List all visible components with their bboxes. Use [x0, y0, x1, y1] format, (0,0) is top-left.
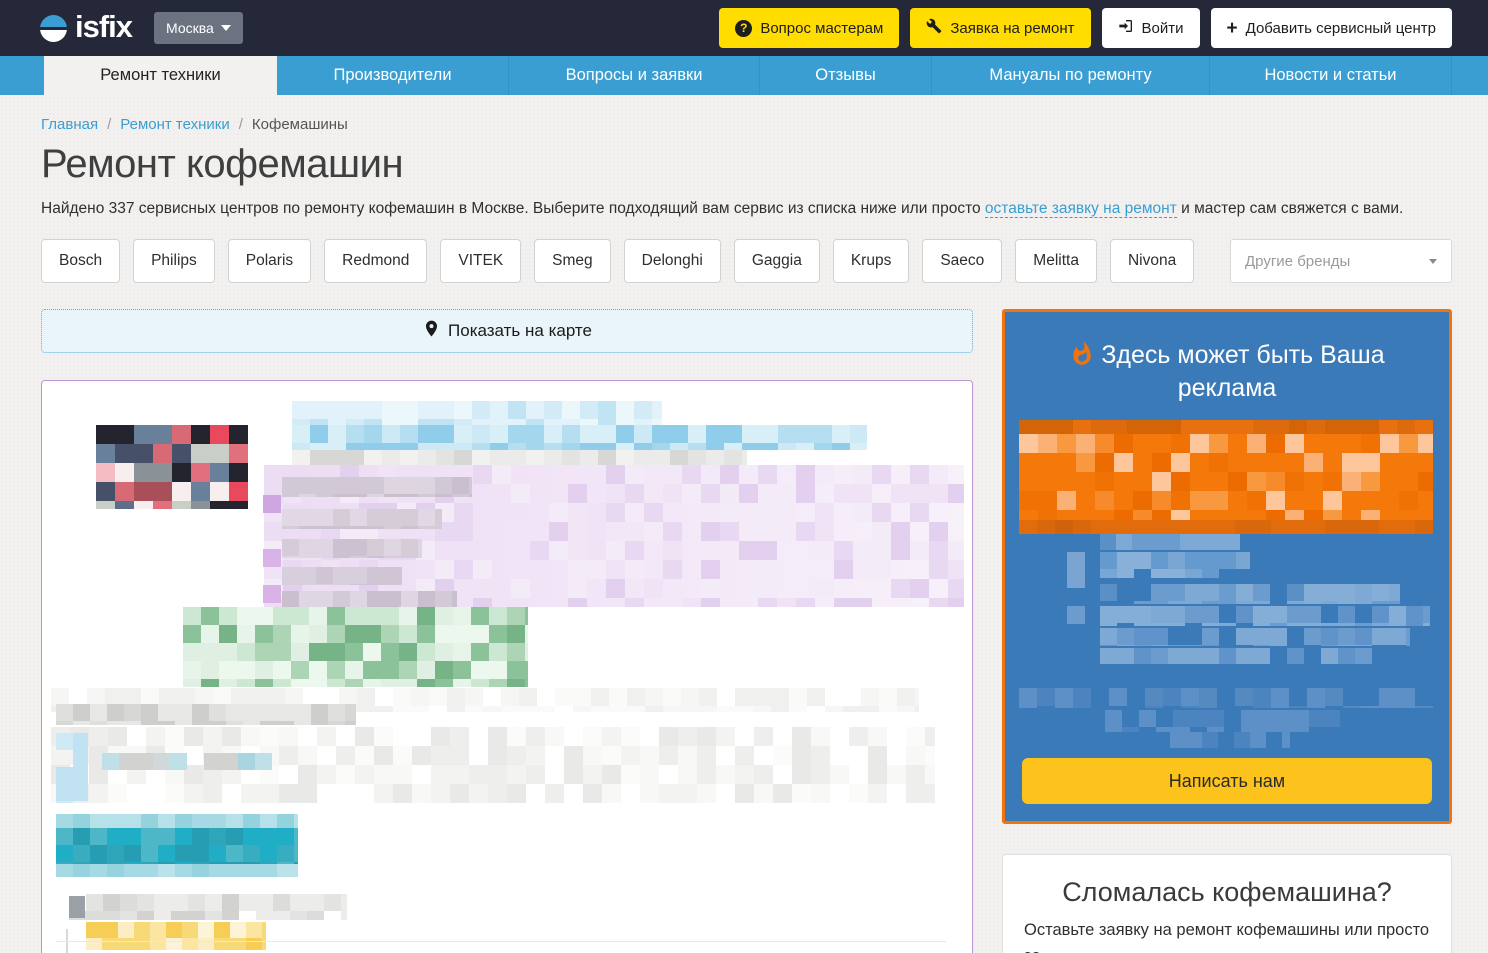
tab-repair-tech[interactable]: Ремонт техники — [44, 56, 277, 95]
plus-icon: + — [1227, 19, 1238, 38]
leave-repair-request-link[interactable]: оставьте заявку на ремонт — [985, 200, 1177, 218]
intro-text: Найдено 337 сервисных центров по ремонту… — [41, 200, 1452, 218]
header-actions: ? Вопрос мастерам Заявка на ремонт Войти… — [719, 8, 1452, 48]
login-label: Войти — [1142, 20, 1184, 37]
show-on-map-label: Показать на карте — [448, 321, 592, 341]
brand-melitta[interactable]: Melitta — [1015, 239, 1097, 283]
page-title: Ремонт кофемашин — [41, 142, 1452, 187]
repair-request-label: Заявка на ремонт — [950, 20, 1074, 37]
wrench-icon — [926, 18, 942, 38]
brand-bosch[interactable]: Bosch — [41, 239, 120, 283]
logo[interactable]: isfix — [40, 14, 132, 42]
breadcrumb-separator: / — [239, 116, 243, 133]
tab-reviews[interactable]: Отзывы — [760, 56, 932, 95]
brand-list: Bosch Philips Polaris Redmond VITEK Smeg… — [41, 239, 1194, 283]
question-circle-icon: ? — [735, 20, 752, 37]
intro-before: Найдено 337 сервисных центров по ремонту… — [41, 200, 985, 217]
tab-news-articles[interactable]: Новости и статьи — [1210, 56, 1452, 95]
map-pin-icon — [422, 319, 441, 343]
brand-saeco[interactable]: Saeco — [922, 239, 1002, 283]
request-card-text: Оставьте заявку на ремонт кофемашины или… — [1024, 918, 1430, 953]
brand-delonghi[interactable]: Delonghi — [624, 239, 721, 283]
blurred-listing-content — [42, 381, 972, 953]
ad-title: Здесь может быть Ваша реклама — [1035, 339, 1419, 404]
chevron-down-icon — [221, 25, 231, 31]
ask-masters-button[interactable]: ? Вопрос мастерам — [719, 8, 899, 48]
logo-text: isfix — [75, 11, 132, 42]
add-service-center-label: Добавить сервисный центр — [1246, 20, 1436, 37]
brand-gaggia[interactable]: Gaggia — [734, 239, 820, 283]
breadcrumb-repair-tech[interactable]: Ремонт техники — [120, 116, 229, 133]
login-icon — [1118, 18, 1134, 38]
brand-vitek[interactable]: VITEK — [440, 239, 521, 283]
breadcrumb-separator: / — [107, 116, 111, 133]
brand-filter-row: Bosch Philips Polaris Redmond VITEK Smeg… — [41, 239, 1452, 283]
ask-masters-label: Вопрос мастерам — [760, 20, 883, 37]
write-us-button[interactable]: Написать нам — [1022, 758, 1432, 804]
other-brands-placeholder: Другие бренды — [1245, 253, 1350, 270]
brand-polaris[interactable]: Polaris — [228, 239, 311, 283]
broken-coffee-machine-card: Сломалась кофемашина? Оставьте заявку на… — [1002, 854, 1452, 953]
brand-smeg[interactable]: Smeg — [534, 239, 611, 283]
tab-manufacturers[interactable]: Производители — [277, 56, 509, 95]
ad-title-text: Здесь может быть Ваша реклама — [1101, 341, 1384, 402]
top-navbar: isfix Москва ? Вопрос мастерам Заявка на… — [0, 0, 1488, 56]
repair-request-button[interactable]: Заявка на ремонт — [910, 8, 1090, 48]
brand-redmond[interactable]: Redmond — [324, 239, 427, 283]
other-brands-select[interactable]: Другие бренды — [1230, 239, 1452, 283]
breadcrumb: Главная / Ремонт техники / Кофемашины — [41, 116, 1452, 133]
request-card-title: Сломалась кофемашина? — [1024, 877, 1430, 908]
tab-questions-requests[interactable]: Вопросы и заявки — [509, 56, 760, 95]
brand-nivona[interactable]: Nivona — [1110, 239, 1194, 283]
brand-krups[interactable]: Krups — [833, 239, 910, 283]
add-service-center-button[interactable]: + Добавить сервисный центр — [1211, 8, 1452, 48]
logo-icon — [40, 15, 67, 42]
intro-after: и мастер сам свяжется с вами. — [1177, 200, 1404, 217]
show-on-map-button[interactable]: Показать на карте — [41, 309, 973, 353]
city-label: Москва — [166, 20, 214, 36]
service-listing-card-blurred — [41, 380, 973, 953]
sidebar: Здесь может быть Ваша реклама Написать н… — [1002, 309, 1452, 953]
city-selector[interactable]: Москва — [154, 12, 243, 44]
brand-philips[interactable]: Philips — [133, 239, 215, 283]
breadcrumb-home[interactable]: Главная — [41, 116, 98, 133]
login-button[interactable]: Войти — [1102, 8, 1200, 48]
flame-icon — [1069, 341, 1095, 367]
chevron-down-icon — [1429, 259, 1437, 264]
ad-banner: Здесь может быть Ваша реклама Написать н… — [1002, 309, 1452, 824]
breadcrumb-current: Кофемашины — [252, 116, 348, 133]
main-nav-tabs: Ремонт техники Производители Вопросы и з… — [0, 56, 1488, 95]
tab-repair-manuals[interactable]: Мануалы по ремонту — [932, 56, 1210, 95]
